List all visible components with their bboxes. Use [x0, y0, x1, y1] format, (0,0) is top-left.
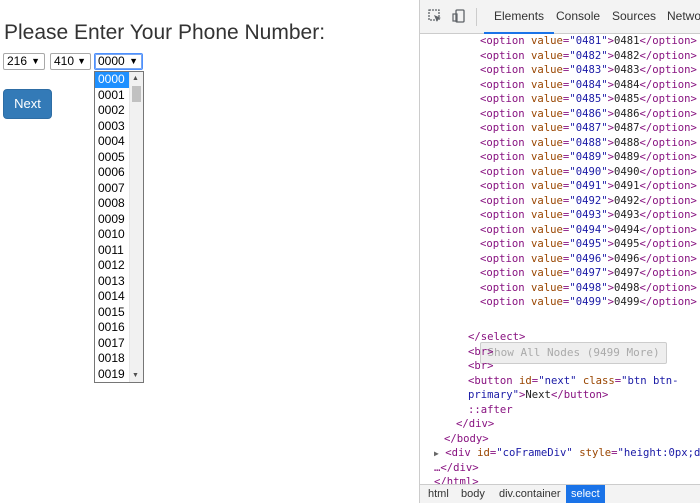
dom-node-option[interactable]: <option value="0497">0497</option>	[420, 266, 697, 281]
line-number-dropdown-list[interactable]: 0000 0001 0002 0003 0004 0005 0006 0007 0008 0009…	[94, 71, 144, 383]
dropdown-scrollbar[interactable]: ▲ ▼	[129, 72, 143, 382]
select-close-tag: </select>	[468, 331, 526, 343]
dom-node-option[interactable]: <option value="0492">0492</option>	[420, 194, 697, 209]
dropdown-option[interactable]: 0005	[95, 150, 130, 166]
dom-node-br[interactable]: <br>	[420, 345, 700, 360]
option-node-list: <option value="0481">0481</option> <optio…	[420, 34, 697, 310]
dom-node-option[interactable]: <option value="0491">0491</option>	[420, 179, 697, 194]
tab-sources[interactable]: Sources	[612, 0, 656, 33]
dom-tree[interactable]: <option value="0481">0481</option> <optio…	[420, 34, 700, 484]
tab-network[interactable]: Netwo	[667, 0, 700, 33]
dom-node-after-pseudo[interactable]: ::after	[420, 403, 700, 418]
html-close-tag: </html>	[434, 476, 479, 484]
tab-console[interactable]: Console	[556, 0, 600, 33]
br-tag: <br>	[468, 345, 494, 358]
inspect-element-icon[interactable]	[428, 9, 442, 23]
dom-node-div-close[interactable]: </div>	[420, 417, 700, 432]
prefix-select[interactable]: 410 ▼	[50, 53, 91, 70]
dom-node-option[interactable]: <option value="0494">0494</option>	[420, 223, 697, 238]
devtools-toolbar: Elements Console Sources Netwo	[420, 0, 700, 34]
after-pseudo-text: ::after	[468, 403, 513, 416]
div-close-tag: </div>	[456, 418, 495, 430]
dom-node-option[interactable]: <option value="0481">0481</option>	[420, 34, 697, 49]
web-page: Please Enter Your Phone Number: 216 ▼ 41…	[0, 0, 419, 503]
page-heading: Please Enter Your Phone Number:	[4, 21, 326, 44]
devtools-panel: Elements Console Sources Netwo <option v…	[419, 0, 700, 503]
scroll-up-icon[interactable]: ▲	[132, 75, 139, 82]
dropdown-option[interactable]: 0016	[95, 320, 130, 336]
dom-node-option[interactable]: <option value="0495">0495</option>	[420, 237, 697, 252]
dom-node-option[interactable]: <option value="0490">0490</option>	[420, 165, 697, 180]
breadcrumb-body[interactable]: body	[456, 485, 490, 503]
dropdown-option[interactable]: 0008	[95, 196, 130, 212]
dropdown-option[interactable]: 0017	[95, 336, 130, 352]
dom-node-body-close[interactable]: </body>	[420, 432, 700, 447]
dropdown-option[interactable]: 0009	[95, 212, 130, 228]
dropdown-option[interactable]: 0010	[95, 227, 130, 243]
expand-triangle-icon[interactable]: ▶	[434, 449, 439, 458]
line-number-value: 0000	[98, 54, 125, 68]
dropdown-option[interactable]: 0013	[95, 274, 130, 290]
dropdown-option[interactable]: 0015	[95, 305, 130, 321]
dropdown-option[interactable]: 0007	[95, 181, 130, 197]
dropdown-option[interactable]: 0019	[95, 367, 130, 383]
dom-node-option[interactable]: <option value="0486">0486</option>	[420, 107, 697, 122]
breadcrumb-html[interactable]: html	[423, 485, 454, 503]
breadcrumb-select[interactable]: select	[566, 485, 605, 503]
scrollbar-thumb[interactable]	[132, 86, 141, 102]
dropdown-arrow-icon: ▼	[31, 56, 40, 66]
tab-elements[interactable]: Elements	[484, 0, 555, 34]
dropdown-arrow-icon: ▼	[77, 56, 86, 66]
dropdown-options: 0000 0001 0002 0003 0004 0005 0006 0007 0008 0009…	[95, 72, 130, 382]
dom-node-option[interactable]: <option value="0489">0489</option>	[420, 150, 697, 165]
dom-node-option[interactable]: <option value="0485">0485</option>	[420, 92, 697, 107]
dropdown-option[interactable]: 0001	[95, 88, 130, 104]
dom-node-br[interactable]: <br>	[420, 359, 700, 374]
dropdown-option[interactable]: 0002	[95, 103, 130, 119]
dropdown-option[interactable]: 0003	[95, 119, 130, 135]
device-toolbar-icon[interactable]	[452, 9, 466, 23]
scroll-down-icon[interactable]: ▼	[132, 372, 139, 379]
next-button[interactable]: Next	[3, 89, 52, 119]
dom-node-ellipsis-div-close[interactable]: …</div>	[420, 461, 700, 476]
area-code-value: 216	[7, 54, 28, 68]
dom-node-option[interactable]: <option value="0498">0498</option>	[420, 281, 697, 296]
dropdown-option[interactable]: 0000	[95, 72, 130, 88]
br-tag: <br>	[468, 360, 494, 372]
devtools-breadcrumb: html body div.container select	[420, 484, 700, 503]
dom-node-option[interactable]: <option value="0484">0484</option>	[420, 78, 697, 93]
dom-node-option[interactable]: <option value="0488">0488</option>	[420, 136, 697, 151]
prefix-value: 410	[54, 54, 75, 68]
dropdown-option[interactable]: 0011	[95, 243, 130, 259]
dom-node-option[interactable]: <option value="0493">0493</option>	[420, 208, 697, 223]
dropdown-option[interactable]: 0004	[95, 134, 130, 150]
dropdown-option[interactable]: 0006	[95, 165, 130, 181]
dom-node-option[interactable]: <option value="0496">0496</option>	[420, 252, 697, 267]
dropdown-option[interactable]: 0018	[95, 351, 130, 367]
line-number-select[interactable]: 0000 ▼	[94, 53, 143, 70]
dropdown-option[interactable]: 0012	[95, 258, 130, 274]
dom-node-html-close[interactable]: </html>	[420, 475, 700, 484]
area-code-select[interactable]: 216 ▼	[3, 53, 45, 70]
dom-node-option[interactable]: <option value="0487">0487</option>	[420, 121, 697, 136]
dom-node-coframe-div[interactable]: ▶ <div id="coFrameDiv" style="height:0px…	[420, 446, 700, 461]
dom-node-option[interactable]: <option value="0499">0499</option>	[420, 295, 697, 310]
dom-node-select-close[interactable]: </select>	[420, 330, 700, 345]
dom-node-button[interactable]: <button id="next" class="btn btn-	[420, 374, 700, 389]
body-close-tag: </body>	[444, 432, 489, 445]
dom-node-option[interactable]: <option value="0482">0482</option>	[420, 49, 697, 64]
div-close-tag: …</div>	[434, 461, 479, 474]
dropdown-option[interactable]: 0014	[95, 289, 130, 305]
dom-node-button-cont[interactable]: primary">Next</button>	[420, 388, 700, 403]
dropdown-arrow-icon: ▼	[129, 56, 138, 66]
dom-node-option[interactable]: <option value="0483">0483</option>	[420, 63, 697, 78]
toolbar-divider	[476, 8, 477, 26]
breadcrumb-div-container[interactable]: div.container	[494, 485, 566, 503]
